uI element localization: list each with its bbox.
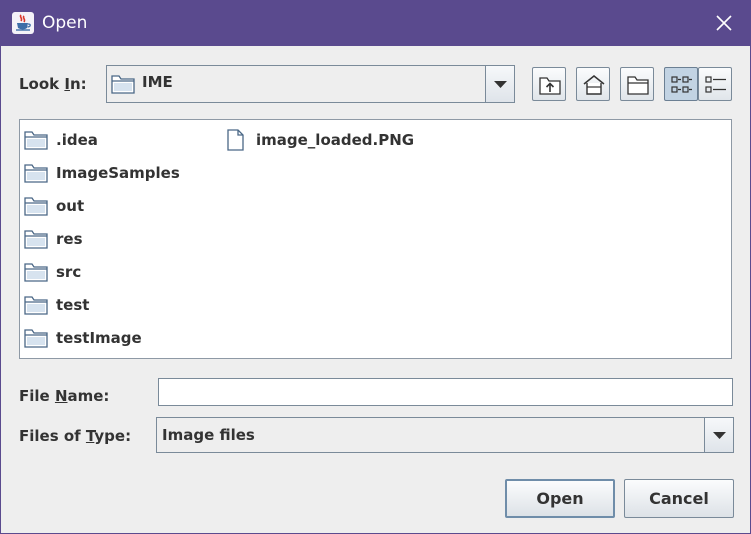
file-type-label: Files of Type: [19, 427, 132, 445]
file-type-dropdown-button[interactable] [704, 418, 733, 452]
list-item-folder-idea[interactable]: .idea [24, 128, 204, 154]
file-list[interactable]: .idea ImageSamples out res src test test… [19, 119, 732, 359]
up-one-level-icon [539, 77, 561, 95]
list-item-file-image-loaded[interactable]: image_loaded.PNG [224, 128, 444, 154]
look-in-combo[interactable]: IME [106, 65, 515, 103]
file-name-input[interactable] [158, 378, 733, 406]
details-view-button[interactable] [698, 67, 732, 101]
folder-icon [24, 131, 48, 150]
look-in-dropdown-button[interactable] [485, 66, 514, 102]
details-view-icon [705, 76, 726, 93]
up-one-level-button[interactable] [532, 67, 566, 101]
file-name: test [56, 296, 90, 314]
window-title: Open [42, 13, 88, 33]
look-in-value: IME [142, 73, 173, 91]
file-name: src [56, 263, 82, 281]
list-view-icon [671, 76, 692, 93]
file-name: out [56, 197, 85, 215]
close-button[interactable] [706, 7, 742, 41]
file-name: ImageSamples [56, 164, 180, 182]
open-button[interactable]: Open [505, 479, 615, 518]
list-item-folder-testimage[interactable]: testImage [24, 326, 204, 352]
java-cup-icon [12, 12, 34, 34]
folder-icon [111, 75, 135, 94]
home-icon [583, 75, 605, 95]
file-type-value: Image files [162, 426, 255, 444]
list-item-folder-imagesamples[interactable]: ImageSamples [24, 161, 204, 187]
chevron-down-icon [494, 81, 507, 88]
folder-icon [24, 197, 48, 216]
file-name: .idea [56, 131, 98, 149]
file-name: image_loaded.PNG [256, 131, 415, 149]
list-item-folder-out[interactable]: out [24, 194, 204, 220]
title-bar: Open [1, 1, 750, 46]
list-item-folder-res[interactable]: res [24, 227, 204, 253]
file-name: testImage [56, 329, 142, 347]
open-dialog: Open Look In: IME .idea ImageSamples out… [0, 0, 751, 534]
new-folder-button[interactable] [620, 67, 654, 101]
cancel-button[interactable]: Cancel [624, 479, 734, 518]
close-icon [716, 15, 732, 31]
list-view-button[interactable] [664, 67, 698, 101]
file-name-label: File Name: [19, 387, 110, 405]
folder-icon [24, 263, 48, 282]
file-type-combo[interactable]: Image files [156, 417, 734, 453]
home-button[interactable] [576, 67, 610, 101]
list-item-folder-src[interactable]: src [24, 260, 204, 286]
look-in-label: Look In: [19, 75, 87, 93]
new-folder-icon [627, 76, 649, 95]
folder-icon [24, 329, 48, 348]
folder-icon [24, 296, 48, 315]
list-item-folder-test[interactable]: test [24, 293, 204, 319]
chevron-down-icon [713, 432, 726, 439]
folder-icon [24, 230, 48, 249]
file-icon [227, 129, 244, 151]
folder-icon [24, 164, 48, 183]
file-name: res [56, 230, 83, 248]
